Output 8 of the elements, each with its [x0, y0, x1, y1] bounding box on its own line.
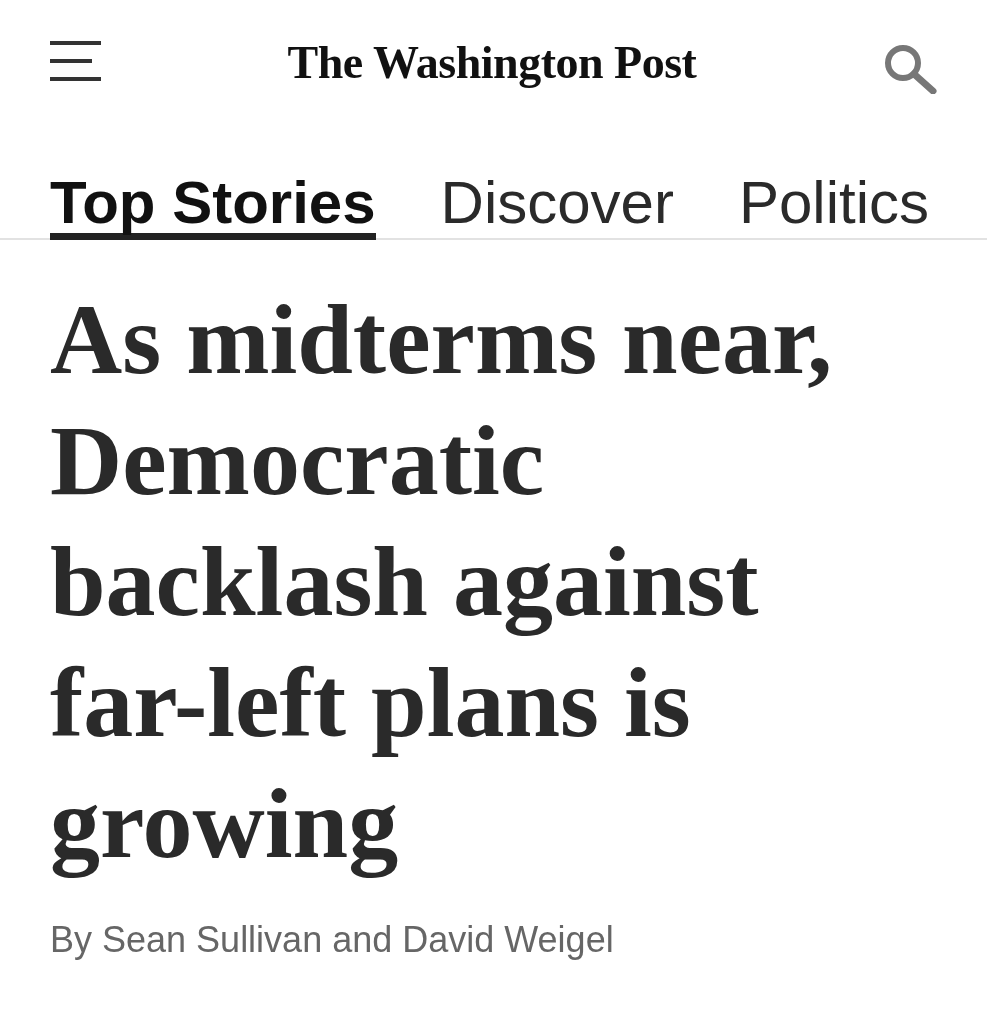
tab[interactable]: Politics [738, 173, 930, 240]
search-icon[interactable] [883, 43, 937, 94]
menu-icon[interactable] [50, 39, 101, 82]
tab[interactable]: Discover [440, 173, 674, 240]
headline[interactable]: As midterms near, Democratic backlash against far-left plans is growing [50, 279, 930, 884]
tab[interactable]: Top Stories [50, 173, 376, 240]
logo[interactable]: The Washington Post [287, 39, 697, 86]
byline: By Sean Sullivan and David Weigel [50, 918, 615, 962]
